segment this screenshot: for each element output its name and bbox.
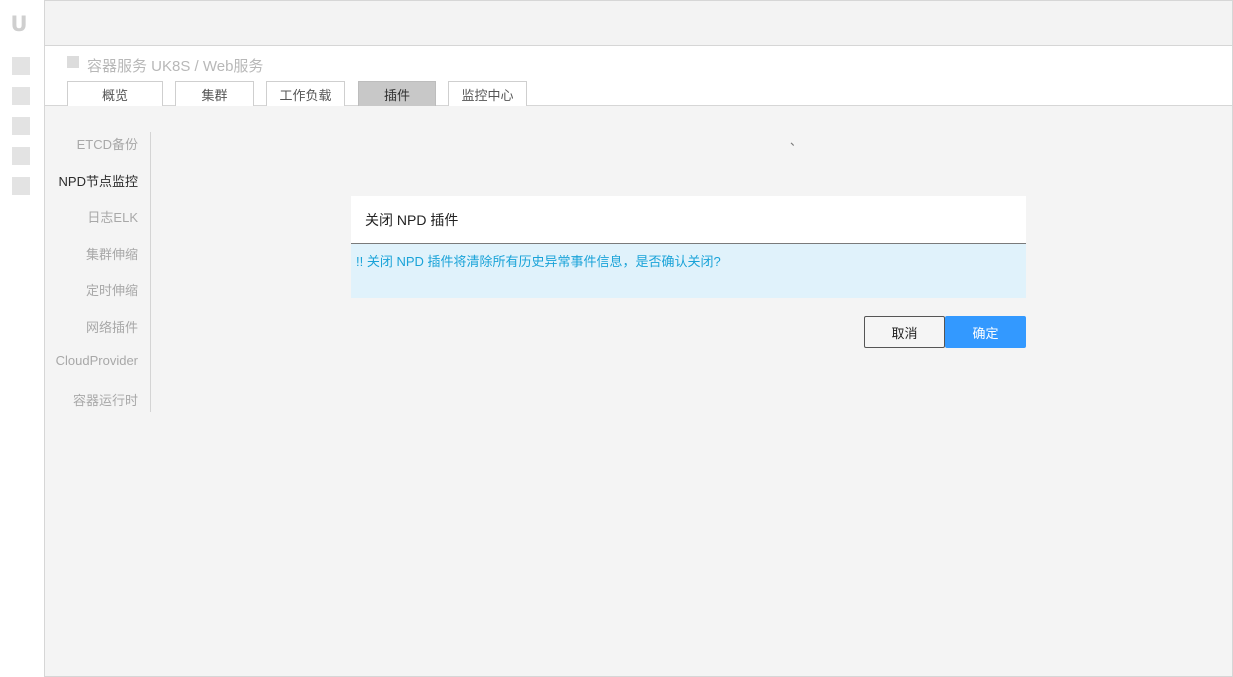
subnav-item-cluster-scaling[interactable]: 集群伸缩 [86, 244, 138, 263]
cancel-button[interactable]: 取消 [864, 316, 945, 348]
dialog-warning-box: !! 关闭 NPD 插件将清除所有历史异常事件信息，是否确认关闭? [351, 244, 1026, 298]
nav-icon-1[interactable] [12, 57, 30, 75]
breadcrumb: 容器服务 UK8S / Web服务 [67, 56, 264, 75]
stray-mark: 、 [790, 134, 803, 148]
close-npd-dialog: 关闭 NPD 插件 !! 关闭 NPD 插件将清除所有历史异常事件信息，是否确认… [351, 196, 1026, 298]
tab-cluster[interactable]: 集群 [175, 81, 254, 106]
subnav-item-container-runtime[interactable]: 容器运行时 [73, 390, 138, 409]
confirm-button[interactable]: 确定 [945, 316, 1026, 348]
dialog-warning-message: !! 关闭 NPD 插件将清除所有历史异常事件信息，是否确认关闭? [356, 254, 721, 269]
tab-workload[interactable]: 工作负载 [266, 81, 345, 106]
page-header: 容器服务 UK8S / Web服务 概览 集群 工作负载 插件 监控中心 [45, 46, 1232, 106]
content-area: ETCD备份 NPD节点监控 日志ELK 集群伸缩 定时伸缩 网络插件 Clou… [45, 106, 1232, 676]
subnav-item-etcd-backup[interactable]: ETCD备份 [77, 134, 138, 153]
nav-icon-3[interactable] [12, 117, 30, 135]
service-icon [67, 56, 79, 68]
plugin-subnav: ETCD备份 NPD节点监控 日志ELK 集群伸缩 定时伸缩 网络插件 Clou… [45, 132, 151, 412]
top-bar [45, 1, 1232, 46]
nav-icon-4[interactable] [12, 147, 30, 165]
subnav-item-network-plugin[interactable]: 网络插件 [86, 317, 138, 336]
logo-icon: U [10, 12, 28, 36]
left-icon-rail: U [0, 0, 45, 677]
nav-icon-5[interactable] [12, 177, 30, 195]
subnav-item-scheduled-scaling[interactable]: 定时伸缩 [86, 280, 138, 299]
tab-monitoring[interactable]: 监控中心 [448, 81, 527, 106]
subnav-item-cloudprovider[interactable]: CloudProvider [56, 353, 138, 368]
breadcrumb-text: 容器服务 UK8S / Web服务 [87, 57, 264, 75]
tab-plugins[interactable]: 插件 [358, 81, 436, 106]
tab-overview[interactable]: 概览 [67, 81, 163, 106]
dialog-title: 关闭 NPD 插件 [365, 211, 459, 228]
subnav-item-npd[interactable]: NPD节点监控 [59, 171, 138, 190]
subnav-item-elk[interactable]: 日志ELK [87, 207, 138, 226]
nav-icon-2[interactable] [12, 87, 30, 105]
